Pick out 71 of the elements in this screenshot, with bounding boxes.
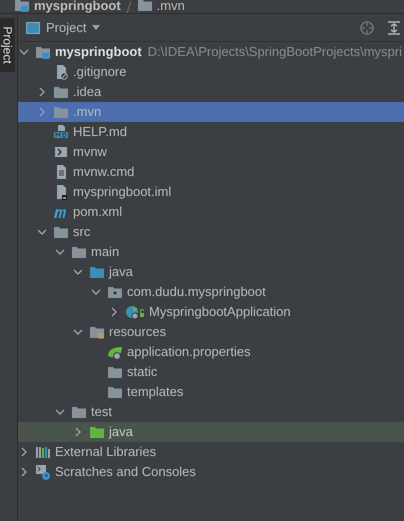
tree-item-label: application.properties [127,343,251,362]
tree-item-label: .idea [73,83,102,102]
tree-item-label: pom.xml [73,203,122,222]
tree-row[interactable]: Scratches and Consoles [18,462,404,482]
separator-icon [124,1,133,13]
tree-row[interactable]: main [18,242,404,262]
tree-item-label: Scratches and Consoles [55,463,196,482]
tree-row[interactable]: .idea [18,82,404,102]
tree-row[interactable]: myspringboot D:\IDEA\Projects\SpringBootProjects\myspri [18,42,404,62]
collapse-all-icon[interactable] [388,20,400,34]
module-folder-icon[interactable] [14,0,30,13]
folder-icon [107,364,123,380]
tree-row[interactable]: External Libraries [18,442,404,462]
tree-row[interactable]: resources [18,322,404,342]
terminal-file-icon [53,144,69,160]
leaf-settings-icon [107,344,123,360]
tree-item-label: com.dudu.myspringboot [127,283,266,302]
package-folder-icon [107,284,123,300]
dropdown-caret-icon[interactable] [92,25,100,30]
tree-item-label: mvnw.cmd [73,163,134,182]
tree-item-label: .gitignore [73,63,126,82]
tree-row[interactable]: java [18,422,404,442]
folder-icon [89,424,105,440]
module-folder-icon [35,44,51,60]
project-path: D:\IDEA\Projects\SpringBootProjects\myspri [148,43,402,62]
tree-item-label: HELP.md [73,123,127,142]
breadcrumb-item[interactable]: myspringboot [34,0,121,13]
libraries-icon [35,444,51,460]
panel-title[interactable]: Project [46,18,86,38]
target-icon[interactable] [360,20,374,34]
tree-row[interactable]: mvnw.cmd [18,162,404,182]
tree-item-label: MyspringbootApplication [149,303,291,322]
tree-row[interactable]: test [18,402,404,422]
tree-row[interactable]: static [18,362,404,382]
tree-item-label: templates [127,383,184,402]
tree-row[interactable]: myspringboot.iml [18,182,404,202]
folder-icon [89,264,105,280]
tree-item-label: test [91,403,112,422]
breadcrumb-item[interactable]: .mvn [156,0,185,13]
folder-icon [53,104,69,120]
tree-item-label: src [73,223,90,242]
tree-item-label: main [91,243,120,262]
tree-row[interactable]: java [18,262,404,282]
tree-row[interactable]: com.dudu.myspringboot [18,282,404,302]
tree-row[interactable]: .gitignore [18,62,404,82]
tree-item-label: mvnw [73,143,107,162]
folder-icon [71,244,87,260]
markdown-file-icon [53,124,69,140]
folder-icon [53,84,69,100]
folder-icon [71,404,87,420]
tree-item-label: External Libraries [55,443,156,462]
tree-row[interactable]: MyspringbootApplication [18,302,404,322]
tree-item-label: myspringboot [55,43,142,62]
spring-class-icon [125,304,145,320]
tree-item-label: static [127,363,158,382]
tree-row[interactable]: HELP.md [18,122,404,142]
tree-item-label: resources [109,323,166,342]
tree-item-label: .mvn [73,103,102,122]
resources-folder-icon [89,324,105,340]
tree-row[interactable]: application.properties [18,342,404,362]
scratches-icon [35,464,51,480]
tree-item-label: java [109,423,133,442]
window-icon [26,22,40,34]
tree-row[interactable]: mvnw [18,142,404,162]
tree-row[interactable]: src [18,222,404,242]
folder-icon [53,224,69,240]
tree-row[interactable]: pom.xml [18,202,404,222]
folder-icon [107,384,123,400]
tree-item-label: myspringboot.iml [73,183,172,202]
tree-row[interactable]: templates [18,382,404,402]
tree-item-label: java [109,263,133,282]
